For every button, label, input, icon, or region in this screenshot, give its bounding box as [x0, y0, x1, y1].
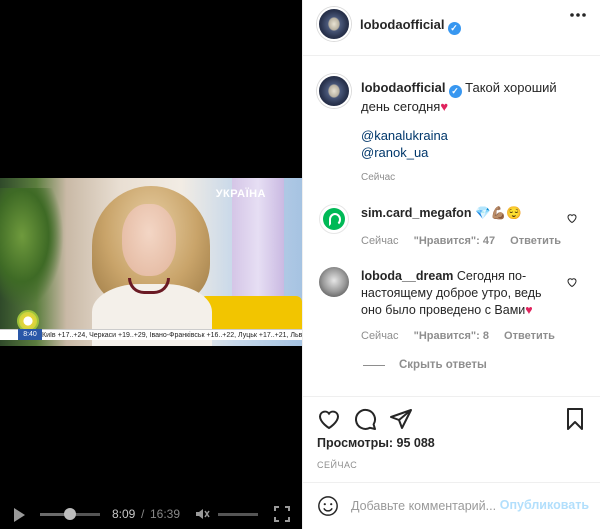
megafon-logo-icon — [323, 208, 345, 230]
ticker-clock: 8:40 — [18, 329, 42, 340]
comment-meta: Сейчас "Нравится": 47 Ответить — [361, 235, 573, 247]
author-username[interactable]: lobodaofficial ✓ — [360, 17, 461, 35]
comment-text: 💎💪🏽😌 — [474, 206, 522, 220]
video-controls: 8:09 / 16:39 — [0, 499, 302, 529]
views-count[interactable]: Просмотры: 95 088 — [317, 436, 435, 450]
video-frame[interactable]: УКРАЇНА Київ +17..+24, Черкаси +19..+29,… — [0, 178, 302, 346]
views-value: 95 088 — [396, 436, 435, 450]
heart-outline-icon[interactable] — [566, 276, 578, 288]
comment-likes-button[interactable]: "Нравится": 47 — [414, 235, 495, 247]
replies-divider — [363, 364, 385, 366]
comment-item: loboda__dream Сегодня по-настоящему добр… — [361, 268, 561, 319]
heart-emoji: ♥ — [525, 303, 533, 317]
views-label: Просмотры: — [317, 436, 394, 450]
fullscreen-icon[interactable] — [274, 506, 290, 522]
caption-timestamp[interactable]: Сейчас — [361, 172, 395, 183]
comment-time[interactable]: Сейчас — [361, 235, 399, 247]
heart-emoji: ♥ — [440, 99, 449, 114]
play-icon[interactable] — [14, 508, 25, 522]
current-time: 8:09 — [112, 507, 136, 521]
post-timestamp[interactable]: СЕЙЧАС — [317, 460, 357, 470]
comment-meta: Сейчас "Нравится": 8 Ответить — [361, 330, 567, 342]
publish-button[interactable]: Опубликовать — [500, 498, 589, 512]
post-info-panel: lobodaofficial ✓ lobodaofficial ✓ Такой хо… — [302, 0, 600, 529]
progress-knob[interactable] — [64, 508, 76, 520]
author-username-text[interactable]: lobodaofficial — [360, 17, 445, 32]
commenter-avatar[interactable] — [319, 267, 349, 297]
plant-decoration — [0, 188, 64, 308]
add-comment-bar: Опубликовать — [303, 482, 600, 529]
post-header: lobodaofficial ✓ — [303, 0, 600, 56]
volume-slider[interactable] — [218, 513, 258, 516]
mention-link-ranok[interactable]: @ranok_ua — [361, 145, 428, 160]
total-time: 16:39 — [150, 507, 181, 521]
news-ticker: Київ +17..+24, Черкаси +19..+29, Івано-Ф… — [0, 329, 302, 340]
caption-avatar[interactable] — [317, 74, 351, 108]
comment-input[interactable] — [351, 495, 501, 517]
video-player[interactable]: УКРАЇНА Київ +17..+24, Черкаси +19..+29,… — [0, 0, 302, 529]
avatar[interactable] — [317, 7, 351, 41]
comment-time[interactable]: Сейчас — [361, 330, 399, 342]
comment-username[interactable]: sim.card_megafon — [361, 206, 471, 220]
presenter-face — [122, 204, 176, 276]
post-caption: lobodaofficial ✓ Такой хороший день сегод… — [361, 79, 581, 115]
hide-replies-label[interactable]: Скрыть ответы — [399, 359, 487, 371]
reply-button[interactable]: Ответить — [510, 235, 561, 247]
emoji-icon[interactable] — [317, 495, 339, 517]
caption-username[interactable]: lobodaofficial — [361, 80, 446, 95]
more-horizontal-icon[interactable] — [569, 12, 587, 18]
time-separator: / — [141, 507, 145, 521]
bookmark-icon[interactable] — [563, 407, 587, 431]
volume-muted-icon[interactable] — [194, 506, 210, 522]
hide-replies-button[interactable]: Скрыть ответы — [363, 359, 487, 371]
channel-logo: УКРАЇНА — [215, 188, 266, 200]
verified-badge-icon: ✓ — [447, 22, 461, 35]
comment-item: sim.card_megafon 💎💪🏽😌 — [361, 205, 561, 222]
verified-badge-icon: ✓ — [448, 85, 462, 98]
share-icon[interactable] — [389, 407, 413, 431]
comment-icon[interactable] — [353, 407, 377, 431]
presenter-figure — [92, 186, 212, 346]
comment-username[interactable]: loboda__dream — [361, 269, 453, 283]
heart-icon[interactable] — [317, 407, 341, 431]
heart-outline-icon[interactable] — [566, 212, 578, 224]
comment-likes-button[interactable]: "Нравится": 8 — [414, 330, 489, 342]
action-bar — [303, 396, 600, 432]
reply-button[interactable]: Ответить — [504, 330, 555, 342]
commenter-avatar[interactable] — [319, 204, 349, 234]
mention-link-kanalukraina[interactable]: @kanalukraina — [361, 128, 448, 143]
